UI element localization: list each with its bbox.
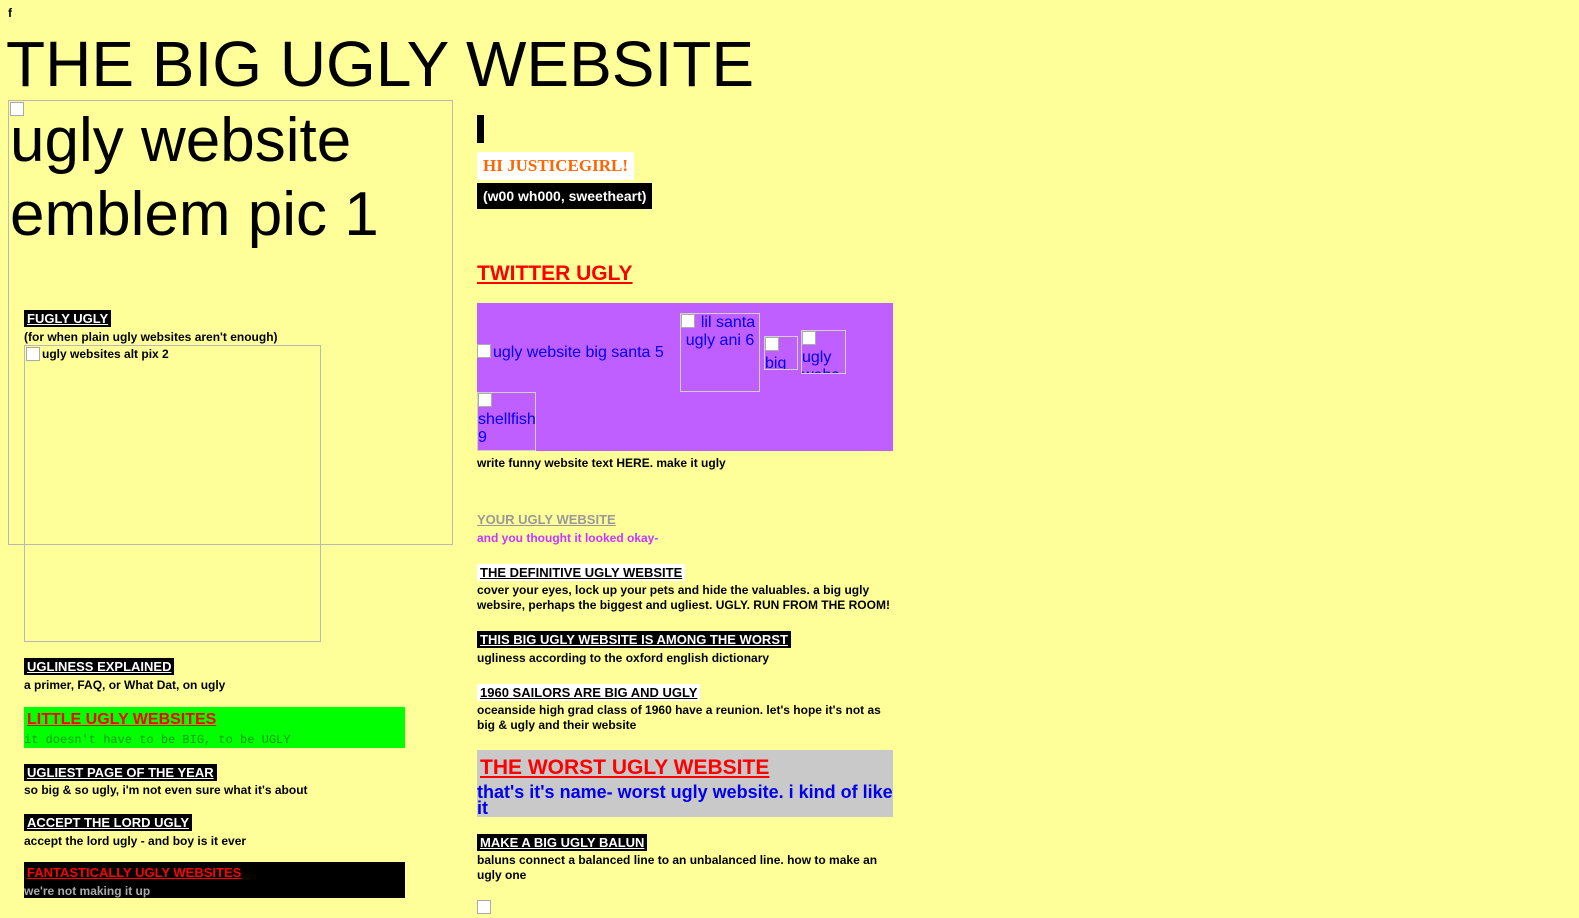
sailors-desc: oceanside high grad class of 1960 have a… [477,703,881,732]
broken-image-icon [477,900,493,918]
alt-pix-2-label: ugly websites alt pix 2 [42,347,169,361]
image-gallery: ugly website big santa 5 lil santa ugly … [477,303,893,451]
broken-image-icon [477,344,491,358]
sweetheart-badge: (w00 wh000, sweetheart) [477,183,653,209]
worst-ugly-link[interactable]: THE WORST UGLY WEBSITE [480,756,769,780]
your-ugly-website-link[interactable]: YOUR UGLY WEBSITE [477,512,616,527]
ugly-webs-alt: ugly webs [802,349,839,374]
among-the-worst-link[interactable]: THIS BIG UGLY WEBSITE IS AMONG THE WORST [477,631,791,648]
big-alt: big [765,355,787,370]
little-ugly-websites-desc: it doesn't have to be BIG, to be UGLY [24,733,291,747]
broken-image-icon [681,314,695,328]
small-black-bar [477,115,484,143]
your-ugly-website-desc: and you thought it looked okay- [477,531,659,545]
broken-image-icon [26,347,40,361]
santa5-alt: ugly website big santa 5 [493,344,664,361]
ugliness-explained-desc: a primer, FAQ, or What Dat, on ugly [24,678,226,692]
santa5-image[interactable]: ugly website big santa 5 [477,344,664,362]
among-the-worst-desc: ugliness according to the oxford english… [477,651,770,665]
fugly-ugly-desc: (for when plain ugly websites aren't eno… [24,330,278,344]
accept-lord-ugly-link[interactable]: ACCEPT THE LORD UGLY [24,814,193,831]
accept-lord-ugly-desc: accept the lord ugly - and boy is it eve… [24,834,247,848]
definitive-ugly-link[interactable]: THE DEFINITIVE UGLY WEBSITE [477,564,686,581]
alt-pix-2-text: ugly websites alt pix 2 [26,347,169,361]
broken-image-icon [765,337,779,351]
balun-desc: baluns connect a balanced line to an unb… [477,853,878,882]
santa6-image[interactable]: lil santa ugly ani 6 [680,313,760,392]
shellfish-alt: shellfish 9 [478,411,536,446]
fantastically-ugly-link[interactable]: FANTASTICALLY UGLY WEBSITES [27,865,241,880]
page-corner-text: f [8,6,12,20]
worst-ugly-desc: that's it's name- worst ugly website. i … [477,782,893,818]
shellfish-image[interactable]: shellfish 9 [477,392,536,451]
emblem-alt-text: ugly website emblem pic 1 [10,106,379,249]
ugliest-page-desc: so big & so ugly, i'm not even sure what… [24,783,308,797]
little-ugly-websites-link[interactable]: LITTLE UGLY WEBSITES [27,711,216,729]
sailors-link[interactable]: 1960 SAILORS ARE BIG AND UGLY [477,684,701,701]
site-title: THE BIG UGLY WEBSITE [6,28,754,100]
balun-link[interactable]: MAKE A BIG UGLY BALUN [477,834,648,851]
broken-image-icon [802,331,816,345]
ugliest-page-link[interactable]: UGLIEST PAGE OF THE YEAR [24,764,217,781]
santa6-alt: lil santa ugly ani 6 [685,314,756,349]
broken-image-icon [478,393,492,407]
definitive-ugly-desc: cover your eyes, lock up your pets and h… [477,583,890,612]
ugliness-explained-link[interactable]: UGLINESS EXPLAINED [24,658,175,675]
funny-text: write funny website text HERE. make it u… [477,456,726,470]
ugly-websites-alt-pix-image [24,345,321,642]
fantastically-ugly-desc: we're not making it up [24,884,151,898]
greeting-badge: HI JUSTICEGIRL! [477,152,635,180]
ugly-webs-image[interactable]: ugly webs [801,330,846,374]
big-image[interactable]: big [764,336,798,370]
fugly-ugly-link[interactable]: FUGLY UGLY [24,310,112,327]
twitter-ugly-link[interactable]: TWITTER UGLY [477,262,633,286]
